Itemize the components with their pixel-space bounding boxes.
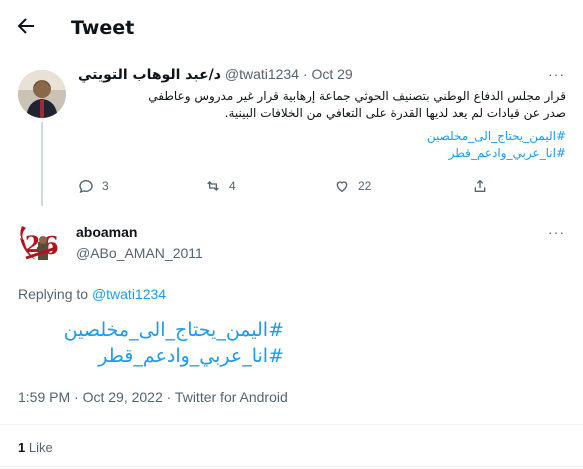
- page-title: Tweet: [71, 17, 135, 39]
- divider: [0, 466, 583, 467]
- back-button[interactable]: [14, 14, 38, 38]
- reply-count: 3: [102, 179, 109, 193]
- thread-line: [41, 122, 43, 206]
- tweet-text-line: قرار مجلس الدفاع الوطني بتصنيف الحوثي جم…: [148, 89, 566, 103]
- reply-button[interactable]: 3: [78, 178, 109, 194]
- hashtag-link[interactable]: #انا_عربي_وادعم_قطر: [14, 343, 284, 369]
- avatar-portrait: [18, 70, 66, 118]
- avatar-logo: 2 6: [16, 218, 64, 266]
- retweet-icon: [207, 181, 219, 191]
- divider: [0, 424, 583, 425]
- tweet-text-line: صدر عن قيادات لم يعد لديها القدرة على ال…: [224, 106, 566, 120]
- avatar[interactable]: [18, 70, 66, 118]
- replying-to-link[interactable]: @twati1234: [92, 286, 166, 302]
- retweet-count: 4: [229, 179, 236, 193]
- avatar[interactable]: 2 6: [16, 218, 64, 266]
- tweet-hashtags: #اليمن_يحتاج_الى_مخلصين #انا_عربي_وادعم_…: [76, 128, 566, 162]
- hashtag-link[interactable]: #اليمن_يحتاج_الى_مخلصين: [14, 317, 284, 343]
- likes-summary[interactable]: 1 Like: [18, 440, 53, 455]
- hashtag-link[interactable]: #انا_عربي_وادعم_قطر: [76, 145, 566, 162]
- like-count: 22: [358, 179, 372, 193]
- tweet-meta[interactable]: 1:59 PM · Oct 29, 2022 · Twitter for And…: [18, 389, 288, 405]
- replying-label: Replying to: [18, 286, 89, 302]
- more-options-button[interactable]: ···: [548, 66, 565, 82]
- tweet-author-row: د/عبد الوهاب التويتي @twati1234 · Oct 29: [78, 66, 353, 83]
- retweet-button[interactable]: 4: [205, 178, 236, 194]
- reply-hashtags: #اليمن_يحتاج_الى_مخلصين #انا_عربي_وادعم_…: [14, 317, 284, 369]
- heart-icon: [336, 181, 348, 193]
- author-name[interactable]: aboaman: [76, 224, 137, 240]
- like-count: 1: [18, 440, 26, 455]
- share-icon: [474, 179, 486, 192]
- hashtag-link[interactable]: #اليمن_يحتاج_الى_مخلصين: [76, 128, 566, 145]
- author-handle[interactable]: @twati1234: [225, 66, 299, 82]
- date-separator: ·: [302, 66, 308, 82]
- author-handle[interactable]: @ABo_AMAN_2011: [76, 245, 203, 261]
- reply-icon: [79, 179, 93, 194]
- share-button[interactable]: [472, 178, 488, 194]
- replying-to: Replying to @twati1234: [18, 286, 166, 302]
- like-label: Like: [28, 440, 53, 455]
- author-name[interactable]: د/عبد الوهاب التويتي: [78, 67, 221, 83]
- more-options-button[interactable]: ···: [548, 224, 565, 240]
- arrow-left-icon: [17, 18, 34, 34]
- like-button[interactable]: 22: [334, 178, 371, 194]
- tweet-text: قرار مجلس الدفاع الوطني بتصنيف الحوثي جم…: [76, 88, 566, 122]
- tweet-date[interactable]: Oct 29: [311, 66, 352, 82]
